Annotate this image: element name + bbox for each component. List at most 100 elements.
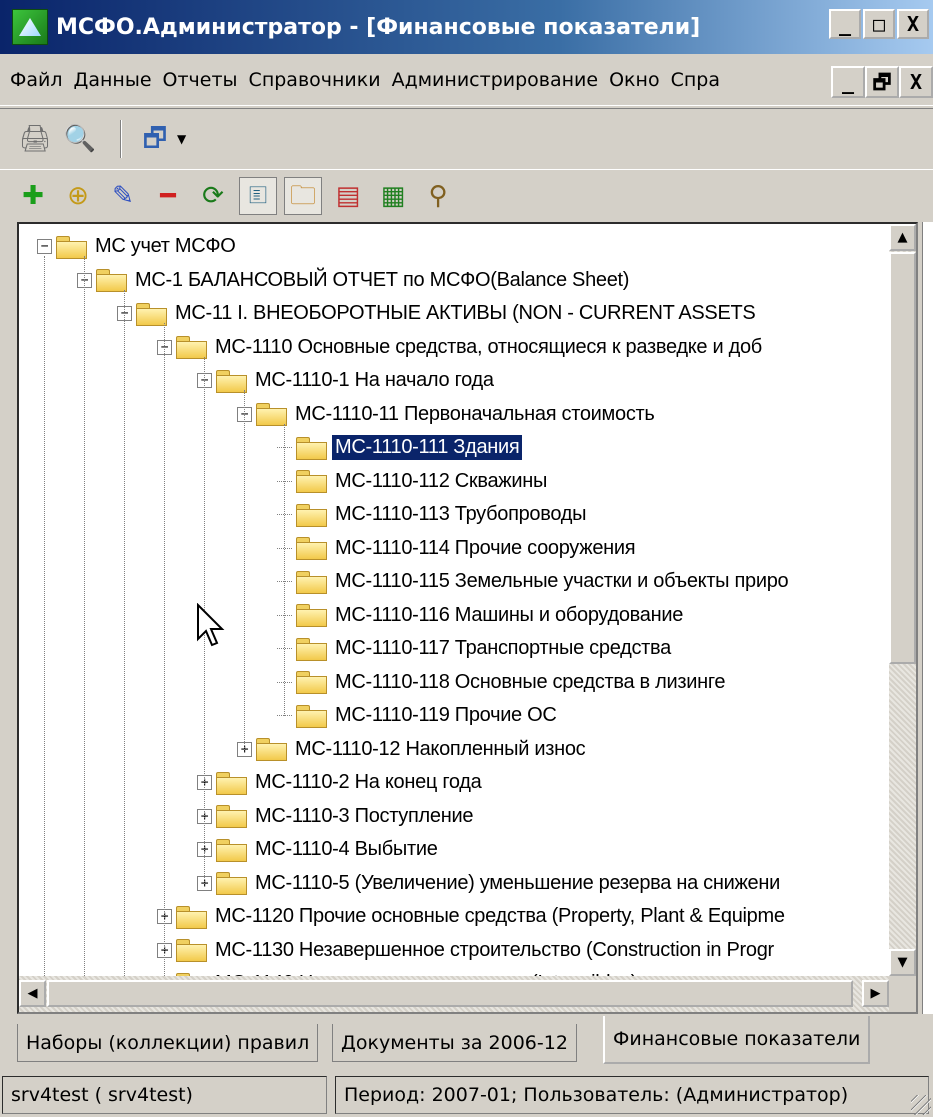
title-bar[interactable]: МСФО.Администратор - [Финансовые показат… [0, 0, 933, 54]
folder-icon [216, 771, 247, 795]
find-button[interactable]: ⚲ [419, 177, 457, 215]
folder-icon [296, 537, 327, 560]
minimize-button[interactable]: _ [829, 9, 861, 39]
menu-help[interactable]: Спра [671, 69, 720, 91]
tree-leaf-node[interactable]: МС-1110-114 Прочие сооружения [277, 532, 638, 565]
right-panel-edge [922, 222, 933, 1014]
tree-node[interactable]: + МС-1130 Незавершенное строительство (Co… [157, 934, 777, 967]
menu-window[interactable]: Окно [609, 69, 659, 91]
menu-data[interactable]: Данные [74, 69, 152, 91]
mdi-close-button[interactable]: X [899, 66, 933, 98]
tree-node-label[interactable]: МС-1110-118 Основные средства в лизинге [332, 670, 728, 695]
status-server: srv4test ( srv4test) [2, 1075, 327, 1114]
tree-content[interactable]: − МС учет МСФО − МС-1 БАЛАНСОВЫЙ ОТЧЕТ по М… [19, 224, 889, 976]
tree-node-label[interactable]: МС учет МСФО [92, 234, 239, 259]
tree-node[interactable]: + МС-1110-5 (Увеличение) уменьшение резер… [197, 867, 783, 900]
tree-node[interactable]: − МС-1110 Основные средства, относящиеся … [157, 331, 765, 364]
tree-node-label[interactable]: МС-1110-4 Выбытие [252, 837, 441, 862]
scroll-right-button[interactable]: ▶ [862, 980, 889, 1007]
tab-financial-indicators[interactable]: Финансовые показатели [603, 1016, 871, 1064]
tree-node[interactable]: + МС-1110-2 На конец года [197, 766, 484, 799]
tab-rule-sets[interactable]: Наборы (коллекции) правил [17, 1024, 319, 1062]
folder-icon [296, 637, 327, 661]
tree-view-button[interactable]: 🗉 [239, 177, 277, 215]
tree-node-label[interactable]: МС-1110-114 Прочие сооружения [332, 536, 638, 561]
tree-node-label[interactable]: МС-1120 Прочие основные средства (Proper… [212, 904, 788, 929]
tree-node-label[interactable]: МС-1110-1 На начало года [252, 368, 497, 393]
vertical-scrollbar[interactable]: ▲ ▼ [889, 224, 916, 976]
tree-node[interactable]: − МС учет МСФО [37, 230, 239, 263]
tree-node-label[interactable]: МС-1130 Незавершенное строительство (Con… [212, 938, 777, 963]
folder-icon [176, 905, 207, 929]
vertical-scroll-thumb[interactable] [889, 252, 916, 664]
tree-node-label[interactable]: МС-1110-112 Скважины [332, 469, 550, 494]
scroll-down-button[interactable]: ▼ [889, 949, 916, 976]
mdi-minimize-button[interactable]: _ [831, 66, 865, 98]
tree-node[interactable]: +МС-1140 Нематериальные активы (Intangib… [157, 967, 640, 976]
tree-node-label[interactable]: МС-1 БАЛАНСОВЫЙ ОТЧЕТ по МСФО(Balance Sh… [132, 268, 632, 293]
tree-node-label[interactable]: МС-1110-11 Первоначальная стоимость [292, 402, 658, 427]
tree-node-label[interactable]: МС-1110-119 Прочие ОС [332, 703, 560, 728]
tree-node[interactable]: + МС-1110-3 Поступление [197, 800, 476, 833]
tree-node[interactable]: + МС-1120 Прочие основные средства (Prope… [157, 900, 788, 933]
chevron-down-icon[interactable]: ▼ [177, 132, 186, 146]
collapse-icon[interactable]: − [37, 239, 52, 254]
tree-node[interactable]: − МС-1 БАЛАНСОВЫЙ ОТЧЕТ по МСФО(Balance S… [77, 264, 632, 297]
tree-node[interactable]: + МС-1110-12 Накопленный износ [237, 733, 588, 766]
preview-icon: 🔍 [63, 124, 97, 154]
scroll-up-button[interactable]: ▲ [889, 224, 916, 251]
scroll-left-button[interactable]: ◀ [19, 980, 46, 1007]
horizontal-scrollbar[interactable]: ◀ ▶ [19, 976, 889, 1012]
tree-node-label[interactable]: МС-1110-113 Трубопроводы [332, 502, 589, 527]
folder-icon [216, 369, 247, 393]
tree-node-label[interactable]: МС-1110-2 На конец года [252, 770, 484, 795]
menu-references[interactable]: Справочники [249, 69, 381, 91]
tree-view-icon: 🗉 [248, 181, 268, 211]
tree-node-label[interactable]: МС-1110-117 Транспортные средства [332, 636, 674, 661]
horizontal-scroll-thumb[interactable] [47, 980, 853, 1007]
tree-node-label[interactable]: МС-1110-12 Накопленный износ [292, 737, 588, 762]
tree-node-label[interactable]: МС-1110-5 (Увеличение) уменьшение резерв… [252, 871, 783, 896]
tree-node-label[interactable]: МС-1110-3 Поступление [252, 804, 476, 829]
folder-icon [296, 704, 327, 728]
app-icon[interactable] [12, 9, 48, 45]
add-child-button[interactable]: ⊕ [59, 177, 97, 215]
tree-node-label[interactable]: МС-1110-116 Машины и оборудование [332, 603, 686, 628]
tree-leaf-node[interactable]: МС-1110-116 Машины и оборудование [277, 599, 686, 632]
tree-node-label[interactable]: МС-1110 Основные средства, относящиеся к… [212, 335, 765, 360]
preview-button[interactable]: 🔍 [61, 120, 99, 158]
tree-leaf-node[interactable]: МС-1110-119 Прочие ОС [277, 699, 560, 732]
tree-node[interactable]: + МС-1110-4 Выбытие [197, 833, 441, 866]
delete-button[interactable]: ━ [149, 177, 187, 215]
add-button[interactable]: ✚ [14, 177, 52, 215]
menu-reports[interactable]: Отчеты [163, 69, 238, 91]
tree-leaf-node[interactable]: МС-1110-113 Трубопроводы [277, 498, 589, 531]
tree-node[interactable]: − МС-1110-1 На начало года [197, 364, 497, 397]
tree-leaf-node[interactable]: МС-1110-111 Здания [277, 431, 524, 464]
tab-documents[interactable]: Документы за 2006-12 [332, 1024, 577, 1062]
tree-leaf-node[interactable]: МС-1110-117 Транспортные средства [277, 632, 674, 665]
tree-node[interactable]: − МС-1110-11 Первоначальная стоимость [237, 398, 658, 431]
folder-view-button[interactable]: 🗀 [284, 177, 322, 215]
tree-view[interactable]: − МС учет МСФО − МС-1 БАЛАНСОВЫЙ ОТЧЕТ по М… [17, 222, 918, 1014]
list-button[interactable]: ▦ [374, 177, 412, 215]
tree-node-label[interactable]: МС-11 I. ВНЕОБОРОТНЫЕ АКТИВЫ (NON - CURR… [172, 301, 758, 326]
folder-icon [296, 470, 327, 493]
tree-node-label[interactable]: МС-1110-115 Земельные участки и объекты … [332, 569, 791, 594]
tree-node[interactable]: − МС-11 I. ВНЕОБОРОТНЫЕ АКТИВЫ (NON - CUR… [117, 297, 758, 330]
windows-button[interactable]: 🗗 [136, 120, 174, 158]
close-button[interactable]: X [897, 9, 929, 39]
mdi-restore-button[interactable]: 🗗 [865, 66, 899, 98]
tree-leaf-node[interactable]: МС-1110-112 Скважины [277, 465, 550, 498]
maximize-button[interactable]: □ [863, 9, 895, 39]
properties-button[interactable]: ▤ [329, 177, 367, 215]
resize-grip-icon[interactable] [911, 1095, 931, 1115]
tree-leaf-node[interactable]: МС-1110-118 Основные средства в лизинге [277, 666, 728, 699]
tree-node-label[interactable]: МС-1110-111 Здания [330, 434, 524, 461]
refresh-button[interactable]: ⟳ [194, 177, 232, 215]
tree-leaf-node[interactable]: МС-1110-115 Земельные участки и объекты … [277, 565, 791, 598]
menu-file[interactable]: Файл [10, 69, 63, 91]
menu-administration[interactable]: Администрирование [392, 69, 599, 91]
edit-button[interactable]: ✎ [104, 177, 142, 215]
print-button[interactable]: 🖨 [16, 120, 54, 158]
